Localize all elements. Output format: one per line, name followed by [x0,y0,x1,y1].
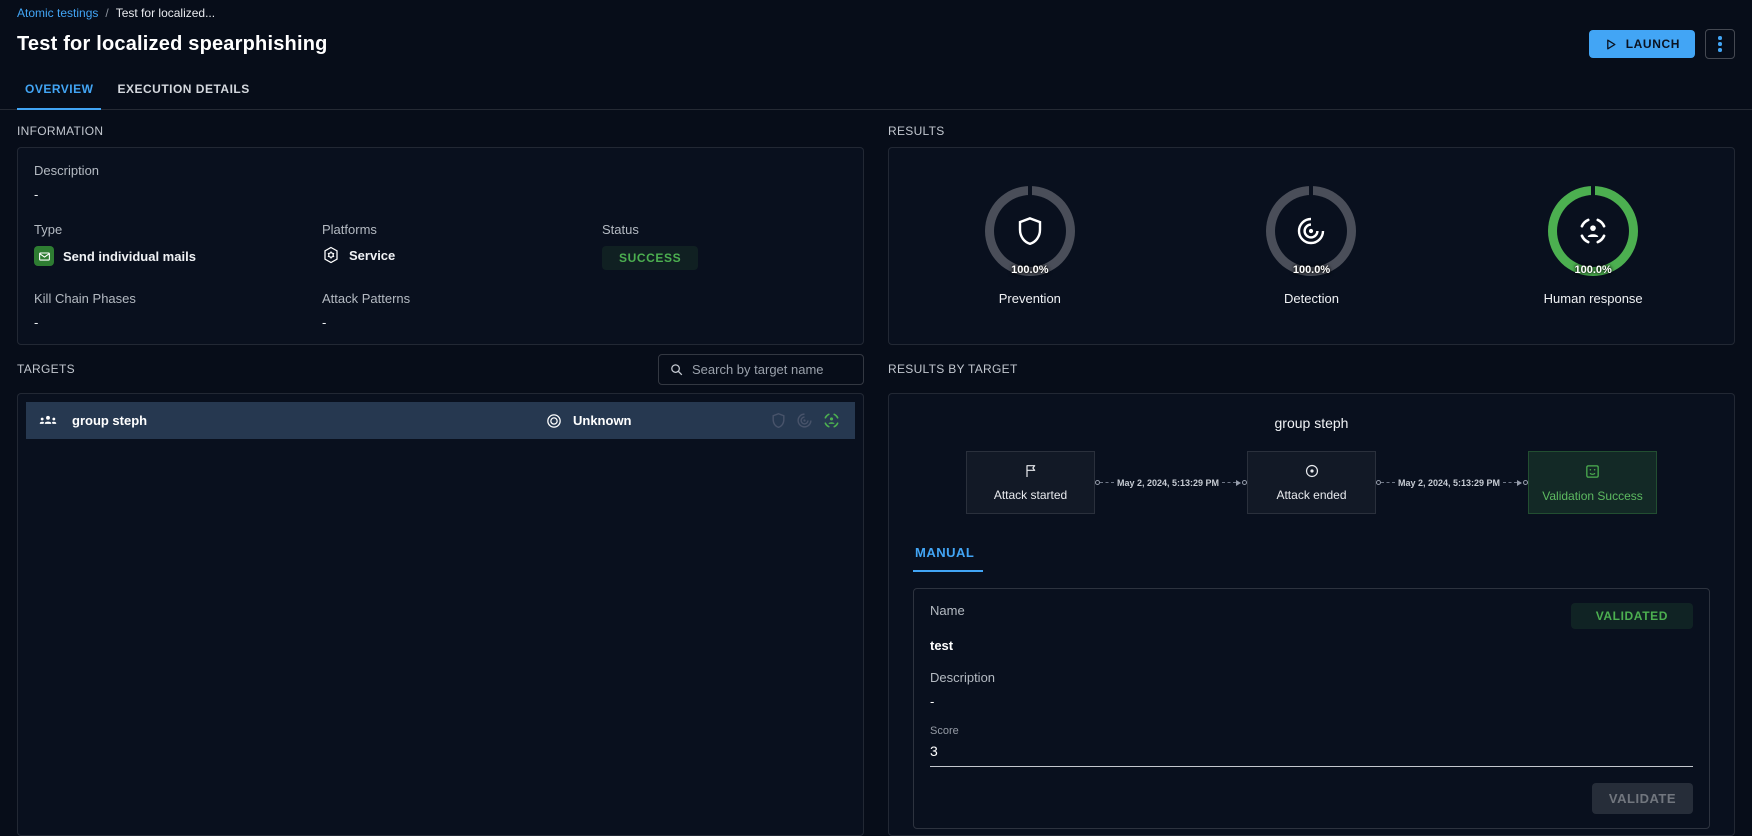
type-value: Send individual mails [63,249,196,264]
human-response-icon [1548,186,1638,276]
validation-icon [1584,463,1601,480]
search-input[interactable] [692,362,853,377]
validate-button[interactable]: VALIDATE [1592,783,1693,814]
gauge-label: Prevention [999,291,1061,306]
gauge-label: Human response [1544,291,1643,306]
launch-button-label: LAUNCH [1626,37,1680,51]
gauge-human-response: 100.0% Human response [1452,186,1734,306]
results-section-title: RESULTS [888,124,1735,138]
timeline-date: May 2, 2024, 5:13:29 PM [1114,478,1222,488]
timeline-step-label: Validation Success [1542,489,1643,503]
gauge-value: 100.0% [985,264,1075,276]
gauge-label: Detection [1284,291,1339,306]
tab-manual[interactable]: MANUAL [913,545,983,572]
description-label: Description [34,163,847,178]
description-value: - [34,187,847,202]
information-section-title: INFORMATION [17,124,864,138]
breadcrumb-current: Test for localized... [116,6,215,20]
status-badge: SUCCESS [602,246,698,270]
information-card: Description - Type Send individual mails… [17,147,864,345]
target-icon [1304,463,1320,479]
target-platform-value: Unknown [573,413,632,428]
arrow-icon [1236,480,1241,486]
expectation-card: Name VALIDATED test Description - Score … [913,588,1710,829]
results-target-name: group steph [913,415,1710,431]
platforms-value: Service [349,248,395,263]
kebab-icon [1718,36,1722,52]
email-icon [34,246,54,266]
gauge-value: 100.0% [1266,264,1356,276]
type-label: Type [34,222,322,237]
detection-icon [1266,186,1356,276]
target-name: group steph [72,413,545,428]
more-options-button[interactable] [1705,29,1735,59]
gauge-detection: 100.0% Detection [1171,186,1453,306]
timeline-connector: May 2, 2024, 5:13:29 PM [1376,478,1528,488]
arrow-icon [1517,480,1522,486]
targets-section-title: TARGETS [17,362,75,376]
timeline-step-label: Attack ended [1276,488,1346,502]
gauge-value: 100.0% [1548,264,1638,276]
breadcrumb: Atomic testings / Test for localized... [17,6,1735,20]
results-card: 100.0% Prevention 100.0% Detection [888,147,1735,345]
expectation-name-label: Name [930,603,965,618]
tab-execution-details[interactable]: EXECUTION DETAILS [109,71,257,109]
score-input[interactable] [930,740,1693,767]
targets-card: group steph Unknown [17,393,864,836]
timeline-date: May 2, 2024, 5:13:29 PM [1395,478,1503,488]
tab-overview[interactable]: OVERVIEW [17,71,101,109]
service-platform-icon [322,246,340,264]
breadcrumb-link-atomic-testings[interactable]: Atomic testings [17,6,98,20]
status-label: Status [602,222,847,237]
timeline-step-attack-started: Attack started [966,451,1095,514]
kill-chain-phases-label: Kill Chain Phases [34,291,322,306]
attack-patterns-label: Attack Patterns [322,291,602,306]
detection-result-icon [796,412,813,429]
kill-chain-phases-value: - [34,315,322,330]
tab-bar: OVERVIEW EXECUTION DETAILS [0,71,1752,110]
score-label: Score [930,725,1693,737]
execution-timeline: Attack started May 2, 2024, 5:13:29 PM A… [913,451,1710,514]
expectation-description-value: - [930,694,1693,709]
timeline-connector: May 2, 2024, 5:13:29 PM [1095,478,1247,488]
group-icon [38,411,58,431]
gauge-prevention: 100.0% Prevention [889,186,1171,306]
breadcrumb-separator: / [105,6,108,20]
launch-button[interactable]: LAUNCH [1589,30,1695,58]
expectation-name-value: test [930,638,1693,653]
target-search [658,354,864,385]
platforms-label: Platforms [322,222,602,237]
flag-icon [1023,463,1039,479]
target-row-group-steph[interactable]: group steph Unknown [26,402,855,439]
prevention-result-icon [770,412,787,429]
timeline-step-attack-ended: Attack ended [1247,451,1376,514]
play-icon [1604,38,1617,51]
page-title: Test for localized spearphishing [17,33,328,56]
shield-icon [985,186,1075,276]
validated-badge: VALIDATED [1571,603,1693,629]
search-icon [669,362,684,377]
human-response-result-icon [822,411,841,430]
results-by-target-section-title: RESULTS BY TARGET [888,362,1018,376]
timeline-step-label: Attack started [994,488,1067,502]
expectation-description-label: Description [930,670,1693,685]
unknown-platform-icon [545,412,563,430]
results-by-target-card: group steph Attack started May 2, 2024, … [888,393,1735,836]
attack-patterns-value: - [322,315,602,330]
timeline-step-validation-success: Validation Success [1528,451,1657,514]
